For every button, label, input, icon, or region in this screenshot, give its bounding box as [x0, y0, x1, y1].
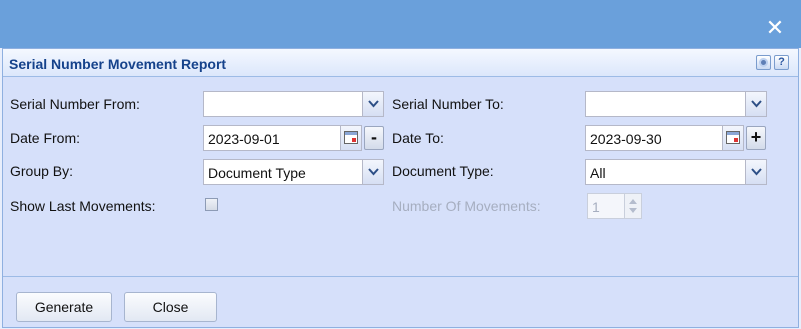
group-by-label: Group By: — [10, 163, 74, 179]
date-to-picker[interactable] — [722, 126, 743, 150]
panel-title: Serial Number Movement Report — [9, 56, 227, 72]
serial-to-combo[interactable] — [585, 91, 767, 117]
group-by-combo[interactable]: Document Type — [203, 159, 384, 185]
chevron-down-icon[interactable] — [629, 208, 637, 213]
date-from-label: Date From: — [10, 130, 81, 146]
number-of-movements-value: 1 — [592, 199, 600, 215]
document-type-value: All — [590, 165, 606, 181]
chevron-down-icon[interactable] — [745, 92, 766, 116]
serial-from-combo[interactable] — [203, 91, 384, 117]
calendar-icon — [344, 131, 358, 144]
chevron-up-icon[interactable] — [629, 199, 637, 204]
date-to-label: Date To: — [392, 130, 444, 146]
show-last-movements-checkbox[interactable] — [205, 198, 218, 211]
close-icon[interactable]: ✕ — [765, 17, 785, 39]
generate-button[interactable]: Generate — [16, 292, 112, 322]
number-of-movements-spinner[interactable]: 1 — [587, 193, 642, 219]
document-type-combo[interactable]: All — [585, 159, 767, 185]
number-of-movements-label: Number Of Movements: — [392, 198, 541, 214]
date-from-field[interactable]: 2023-09-01 — [203, 125, 362, 151]
document-type-label: Document Type: — [392, 163, 494, 179]
show-last-movements-label: Show Last Movements: — [10, 198, 156, 214]
panel-header: Serial Number Movement Report ? — [3, 49, 798, 77]
date-to-value: 2023-09-30 — [590, 131, 662, 147]
report-panel: Serial Number Movement Report ? Serial N… — [2, 48, 799, 328]
date-from-value: 2023-09-01 — [208, 131, 280, 147]
serial-from-label: Serial Number From: — [10, 96, 140, 112]
date-to-field[interactable]: 2023-09-30 — [585, 125, 744, 151]
chevron-down-icon[interactable] — [745, 160, 766, 184]
date-from-picker[interactable] — [340, 126, 361, 150]
close-button[interactable]: Close — [124, 292, 217, 322]
date-to-increment-button[interactable]: + — [746, 126, 766, 150]
footer-separator — [3, 276, 798, 277]
spinner-arrows[interactable] — [624, 194, 641, 218]
chevron-down-icon[interactable] — [362, 92, 383, 116]
group-by-value: Document Type — [208, 165, 306, 181]
window-titlebar: ✕ — [0, 0, 801, 48]
gear-icon[interactable] — [756, 55, 771, 70]
chevron-down-icon[interactable] — [362, 160, 383, 184]
calendar-icon — [726, 131, 740, 144]
help-icon[interactable]: ? — [774, 55, 789, 70]
date-from-decrement-button[interactable]: - — [364, 126, 384, 150]
serial-to-label: Serial Number To: — [392, 96, 504, 112]
